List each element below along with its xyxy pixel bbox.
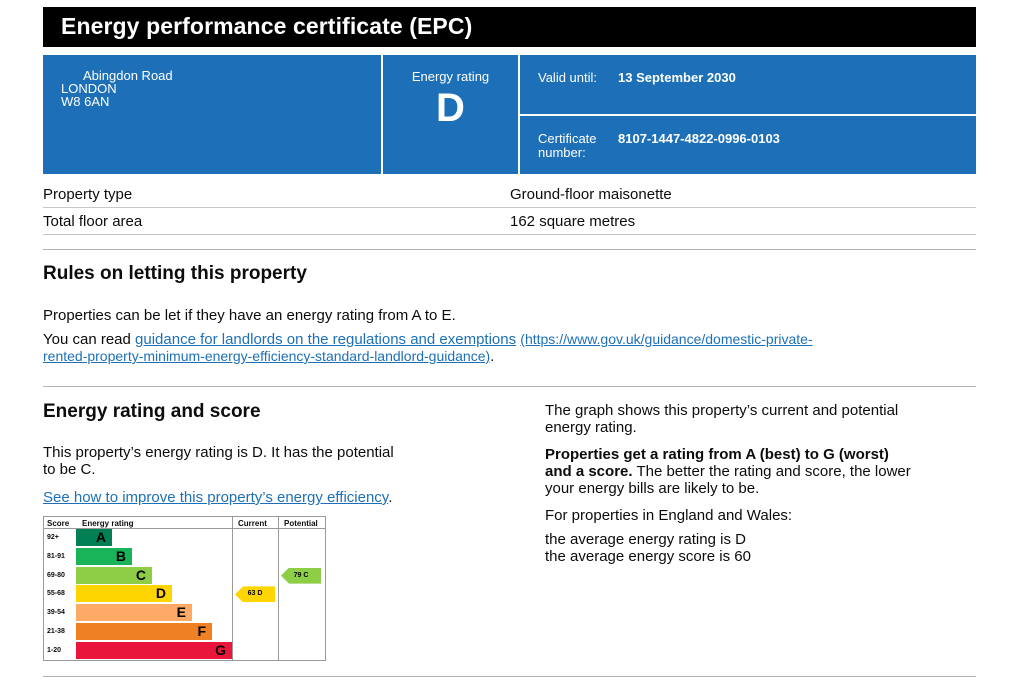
valid-until-row: Valid until: 13 September 2030 bbox=[520, 55, 976, 114]
certificate-number-row: Certificate number: 8107-1447-4822-0996-… bbox=[520, 116, 976, 174]
average-rating: the average energy rating is D bbox=[545, 531, 746, 548]
energy-rating-label: Energy rating bbox=[411, 69, 490, 84]
explain-rest-line2: The better the rating and score, the low… bbox=[632, 463, 911, 480]
floor-area-row: Total floor area 162 square metres bbox=[43, 208, 976, 235]
certificate-number-label: Certificate number: bbox=[538, 131, 597, 160]
average-score: the average energy score is 60 bbox=[545, 548, 751, 565]
band-score-c: 69-80 bbox=[47, 571, 65, 579]
property-type-value: Ground-floor maisonette bbox=[510, 185, 672, 203]
band-bar-a: A bbox=[76, 529, 112, 546]
letting-paragraph: Properties can be let if they have an en… bbox=[43, 307, 456, 324]
rating-paragraph: This property’s energy rating is D. It h… bbox=[43, 444, 394, 478]
letting-heading: Rules on letting this property bbox=[43, 263, 307, 284]
address: Abingdon Road LONDON W8 6AN bbox=[43, 55, 381, 174]
rating-paragraph-line2: to be C. bbox=[43, 461, 96, 478]
energy-rating-letter: D bbox=[436, 86, 465, 130]
valid-until-label: Valid until: bbox=[538, 70, 598, 85]
certificate-number-value: 8107-1447-4822-0996-0103 bbox=[618, 131, 780, 146]
chart-header-score: Score bbox=[47, 519, 70, 528]
chart-header-rating: Energy rating bbox=[82, 519, 134, 528]
guidance-prefix: You can read bbox=[43, 331, 136, 348]
explain-line3: your energy bills are likely to be. bbox=[545, 480, 760, 497]
floor-area-label: Total floor area bbox=[43, 212, 143, 230]
band-bar-c: C bbox=[76, 566, 152, 584]
band-bar-b: B bbox=[76, 547, 132, 565]
band-score-d: 55-68 bbox=[47, 590, 65, 598]
improve-paragraph: See how to improve this property’s energ… bbox=[43, 489, 392, 506]
chart-header-potential: Potential bbox=[284, 519, 318, 528]
energy-rating-chart: Score Energy rating Current Potential 92… bbox=[43, 516, 326, 661]
property-table: Property type Ground-floor maisonette To… bbox=[43, 181, 976, 235]
explain-bold-line1: Properties get a rating from A (best) to… bbox=[545, 446, 889, 463]
divider bbox=[43, 386, 976, 387]
floor-area-value: 162 square metres bbox=[510, 212, 636, 230]
guidance-link[interactable]: guidance for landlords on the regulation… bbox=[135, 331, 516, 348]
explain-line2: energy rating. bbox=[545, 419, 637, 436]
divider bbox=[43, 676, 976, 677]
current-rating-arrow: 63 D bbox=[235, 586, 275, 603]
divider bbox=[43, 249, 976, 250]
band-bar-d: D bbox=[76, 585, 172, 603]
chart-header-current: Current bbox=[238, 519, 267, 528]
page-title: Energy performance certificate (EPC) bbox=[43, 7, 976, 47]
summary-panel: Abingdon Road LONDON W8 6AN Energy ratin… bbox=[43, 55, 976, 174]
band-score-f: 21-38 bbox=[47, 628, 65, 635]
rating-heading: Energy rating and score bbox=[43, 401, 261, 422]
band-bar-f: F bbox=[76, 623, 212, 640]
chart-column-divider bbox=[278, 517, 279, 660]
valid-until-value: 13 September 2030 bbox=[618, 70, 736, 85]
guidance-url-line2[interactable]: rented-property-minimum-energy-efficienc… bbox=[43, 348, 490, 364]
band-bar-g: G bbox=[76, 641, 232, 659]
band-score-a: 92+ bbox=[47, 534, 59, 541]
band-bar-e: E bbox=[76, 604, 192, 622]
improve-link[interactable]: See how to improve this property’s energ… bbox=[43, 489, 388, 506]
explain-bold-line2: and a score. bbox=[545, 463, 633, 480]
guidance-suffix: . bbox=[490, 348, 495, 365]
band-score-e: 39-54 bbox=[47, 609, 65, 617]
certificate-details: Valid until: 13 September 2030 Certifica… bbox=[520, 55, 976, 174]
energy-rating-box: Energy rating D bbox=[383, 55, 518, 174]
band-score-b: 81-91 bbox=[47, 552, 65, 560]
property-type-row: Property type Ground-floor maisonette bbox=[43, 181, 976, 208]
rating-explanation: The graph shows this property’s current … bbox=[545, 402, 985, 565]
address-line3: W8 6AN bbox=[61, 94, 110, 109]
rating-paragraph-line1: This property’s energy rating is D. It h… bbox=[43, 444, 394, 461]
guidance-url-line1[interactable]: (https://www.gov.uk/guidance/domestic-pr… bbox=[520, 331, 812, 347]
epc-page: Energy performance certificate (EPC) Abi… bbox=[43, 7, 976, 235]
explain-england-wales: For properties in England and Wales: bbox=[545, 507, 793, 524]
property-type-label: Property type bbox=[43, 185, 133, 203]
explain-line1: The graph shows this property’s current … bbox=[545, 402, 899, 419]
chart-column-divider bbox=[232, 517, 233, 660]
band-score-g: 1-20 bbox=[47, 646, 62, 654]
improve-suffix: . bbox=[388, 489, 393, 506]
potential-rating-arrow: 79 C bbox=[281, 567, 321, 584]
letting-guidance: You can read guidance for landlords on t… bbox=[43, 331, 976, 365]
